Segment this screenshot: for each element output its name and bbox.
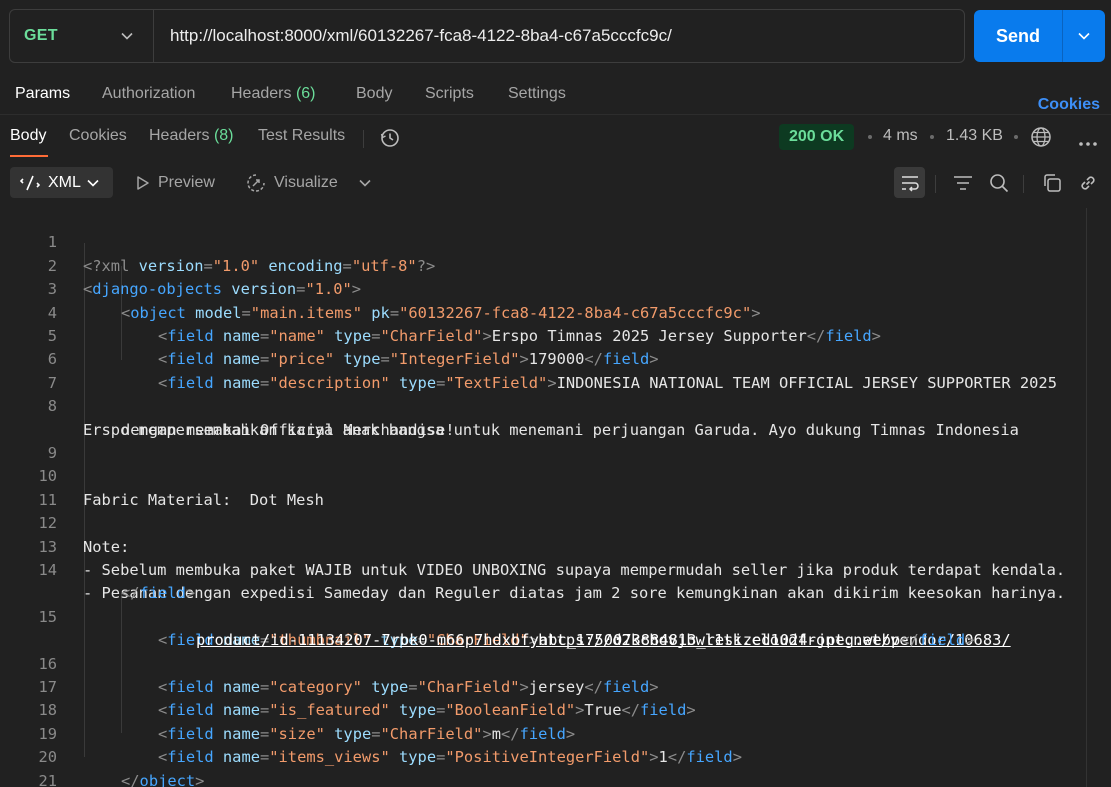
copy-button[interactable] [1036, 167, 1067, 198]
link-button[interactable] [1072, 167, 1103, 198]
copy-icon [1043, 173, 1061, 192]
visualize-icon [247, 173, 265, 192]
code-line: 6 <field name="description" type="TextFi… [0, 325, 1086, 391]
code-line: 17 <field name="is_featured" type="Boole… [0, 653, 1086, 719]
code-line: 11 [0, 465, 1086, 509]
code-line: 19 <field name="items_views" type="Posit… [0, 699, 1086, 766]
divider [363, 130, 364, 148]
chevron-down-icon [121, 32, 133, 40]
code-line-wrap: dengan memakai Official Merchandise! [121, 420, 455, 439]
chevron-down-icon [87, 179, 99, 187]
method-select[interactable]: GET [10, 10, 154, 62]
link-icon [1080, 175, 1095, 190]
response-time[interactable]: 4 ms [883, 127, 918, 145]
preview-button[interactable]: Preview [136, 167, 215, 198]
code-line: 21 </django-objects> [0, 746, 1086, 787]
wrap-lines-icon [901, 175, 919, 192]
send-button[interactable]: Send [974, 26, 1062, 47]
divider [1023, 175, 1024, 193]
code-line: 7 [0, 348, 1086, 392]
response-toolbar: XML Preview Visualize [0, 160, 1111, 206]
active-tab-indicator [10, 155, 48, 157]
scrollbar-track[interactable] [1086, 208, 1087, 787]
history-icon[interactable] [379, 127, 401, 154]
url-input[interactable]: http://localhost:8000/xml/60132267-fca8-… [154, 26, 672, 46]
request-tabs: Params Authorization Headers (6) Body Sc… [0, 82, 1111, 114]
response-tab-headers-label: Headers [149, 127, 210, 144]
chevron-down-icon [1078, 32, 1090, 40]
separator-dot [930, 135, 934, 139]
response-tab-headers-count: (8) [213, 127, 234, 144]
response-tab-body[interactable]: Body [10, 127, 46, 145]
code-line-wrap: product/id-11134207-7rbk0-m66p7hdxbfyabc… [196, 631, 975, 650]
code-line: 8 Erspo mempersembahkan karya anak bangs… [0, 372, 1086, 438]
xml-code-view[interactable]: 1 <?xml version="1.0" encoding="utf-8"?>… [0, 208, 1111, 787]
chevron-down-icon [359, 179, 371, 187]
status-badge[interactable]: 200 OK [779, 124, 855, 150]
line-number: 21 [38, 771, 57, 787]
code-line-wrap: </field> [121, 584, 196, 603]
wrap-lines-button[interactable] [894, 167, 925, 198]
tab-headers-label: Headers [231, 85, 292, 102]
request-bar: GET http://localhost:8000/xml/60132267-f… [9, 9, 965, 63]
code-line: 3 <object model="main.items" pk="6013226… [0, 255, 1086, 321]
more-options-icon[interactable] [1078, 134, 1098, 152]
code-line: 20 </object> [0, 723, 1086, 787]
method-label: GET [24, 27, 58, 44]
response-tabs: Body Cookies Headers (8) Test Results 20… [0, 114, 1111, 158]
response-tab-cookies[interactable]: Cookies [69, 127, 127, 145]
code-line: 1 <?xml version="1.0" encoding="utf-8"?> [0, 208, 1086, 274]
filter-icon [953, 175, 972, 190]
visualize-button[interactable]: Visualize [246, 167, 338, 198]
tab-scripts[interactable]: Scripts [425, 85, 474, 103]
send-options-button[interactable] [1063, 10, 1105, 62]
separator-dot [868, 135, 872, 139]
tab-body[interactable]: Body [356, 85, 392, 103]
code-slash-icon [20, 175, 40, 190]
code-line: 15 <field name="thumbnail" type="CharFie… [0, 582, 1086, 649]
tab-headers-count: (6) [295, 85, 316, 102]
tab-headers[interactable]: Headers (6) [231, 85, 316, 103]
tab-authorization[interactable]: Authorization [102, 85, 195, 103]
code-line: 9 [0, 419, 1086, 462]
format-label: XML [48, 173, 81, 191]
code-line: 10 Fabric Material: Dot Mesh [0, 442, 1086, 508]
filter-button[interactable] [947, 167, 978, 198]
search-icon [989, 173, 1008, 192]
cookies-link[interactable]: Cookies [1038, 96, 1100, 114]
code-line: 2 <django-objects version="1.0"> [0, 231, 1086, 298]
code-line: 5 <field name="price" type="IntegerField… [0, 302, 1086, 368]
code-line: 4 <field name="name" type="CharField">Er… [0, 278, 1086, 345]
tab-settings[interactable]: Settings [508, 85, 566, 103]
separator-dot [1014, 135, 1018, 139]
response-tab-headers[interactable]: Headers (8) [149, 127, 234, 145]
code-line: 14 - Pesanan dengan expedisi Sameday dan… [0, 536, 1086, 602]
format-select[interactable]: XML [10, 167, 113, 198]
visualize-label: Visualize [274, 173, 338, 191]
code-line: 12 Note: [0, 489, 1086, 555]
tab-params[interactable]: Params [15, 85, 70, 103]
play-icon [137, 175, 149, 190]
response-tab-test-results[interactable]: Test Results [258, 127, 345, 145]
code-line: 16 <field name="category" type="CharFiel… [0, 629, 1086, 696]
globe-icon[interactable] [1030, 126, 1052, 153]
preview-label: Preview [158, 173, 215, 191]
send-button-group: Send [974, 10, 1105, 62]
code-line: 13 - Sebelum membuka paket WAJIB untuk V… [0, 512, 1086, 579]
divider [935, 175, 936, 193]
code-line: 18 <field name="size" type="CharField">m… [0, 676, 1086, 742]
search-button[interactable] [983, 167, 1014, 198]
response-size[interactable]: 1.43 KB [946, 127, 1003, 145]
visualize-dropdown[interactable] [359, 167, 371, 198]
